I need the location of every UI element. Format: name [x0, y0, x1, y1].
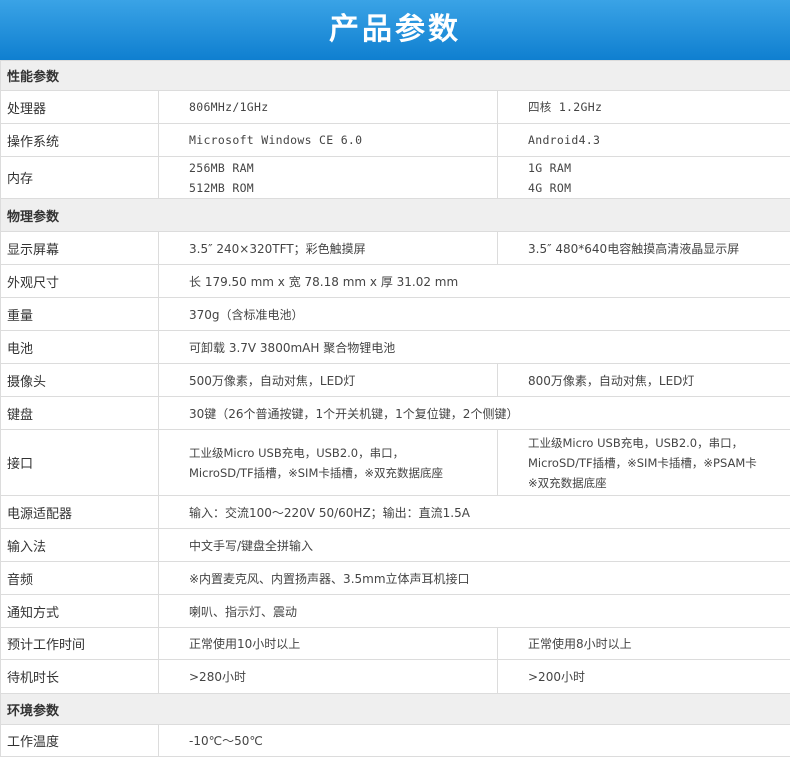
value-os-b: Android4.3	[498, 124, 790, 157]
label-camera: 摄像头	[1, 364, 159, 397]
value-notify: 喇叭、指示灯、震动	[159, 595, 790, 628]
value-interface-b: 工业级Micro USB充电，USB2.0，串口， MicroSD/TF插槽，※…	[498, 430, 790, 496]
interface-b-line1: 工业级Micro USB充电，USB2.0，串口，	[528, 433, 790, 453]
label-memory: 内存	[1, 157, 159, 199]
section-physical: 物理参数	[1, 199, 790, 232]
label-interface: 接口	[1, 430, 159, 496]
label-weight: 重量	[1, 298, 159, 331]
table-row: 输入法 中文手写/键盘全拼输入	[1, 529, 790, 562]
label-standby: 待机时长	[1, 660, 159, 694]
label-size: 外观尺寸	[1, 265, 159, 298]
interface-a-line2: MicroSD/TF插槽，※SIM卡插槽，※双充数据底座	[189, 463, 497, 483]
value-standby-a: >280小时	[159, 660, 498, 694]
value-cpu-b: 四核 1.2GHz	[498, 91, 790, 124]
section-header: 物理参数	[1, 199, 790, 232]
table-row: 工作温度 -10℃～50℃	[1, 725, 790, 757]
value-standby-b: >200小时	[498, 660, 790, 694]
label-audio: 音频	[1, 562, 159, 595]
section-environment: 环境参数	[1, 694, 790, 725]
memory-b-line2: 4G ROM	[528, 178, 790, 198]
value-interface-a: 工业级Micro USB充电，USB2.0，串口， MicroSD/TF插槽，※…	[159, 430, 498, 496]
value-adapter: 输入：交流100～220V 50/60HZ；输出：直流1.5A	[159, 496, 790, 529]
table-row: 音频 ※内置麦克风、内置扬声器、3.5mm立体声耳机接口	[1, 562, 790, 595]
value-worktime-b: 正常使用8小时以上	[498, 628, 790, 660]
table-row: 摄像头 500万像素，自动对焦，LED灯 800万像素，自动对焦，LED灯	[1, 364, 790, 397]
label-display: 显示屏幕	[1, 232, 159, 265]
value-display-a: 3.5″ 240×320TFT；彩色触摸屏	[159, 232, 498, 265]
label-cpu: 处理器	[1, 91, 159, 124]
value-battery: 可卸载 3.7V 3800mAH 聚合物锂电池	[159, 331, 790, 364]
table-row: 接口 工业级Micro USB充电，USB2.0，串口， MicroSD/TF插…	[1, 430, 790, 496]
table-row: 电源适配器 输入：交流100～220V 50/60HZ；输出：直流1.5A	[1, 496, 790, 529]
table-row: 处理器 806MHz/1GHz 四核 1.2GHz	[1, 91, 790, 124]
table-row: 通知方式 喇叭、指示灯、震动	[1, 595, 790, 628]
section-header: 性能参数	[1, 61, 790, 91]
label-adapter: 电源适配器	[1, 496, 159, 529]
label-battery: 电池	[1, 331, 159, 364]
interface-b-line2: MicroSD/TF插槽，※SIM卡插槽，※PSAM卡	[528, 453, 790, 473]
label-input: 输入法	[1, 529, 159, 562]
table-row: 预计工作时间 正常使用10小时以上 正常使用8小时以上	[1, 628, 790, 660]
value-memory-b: 1G RAM 4G ROM	[498, 157, 790, 199]
value-temp: -10℃～50℃	[159, 725, 790, 757]
value-memory-a: 256MB RAM 512MB ROM	[159, 157, 498, 199]
value-audio: ※内置麦克风、内置扬声器、3.5mm立体声耳机接口	[159, 562, 790, 595]
label-os: 操作系统	[1, 124, 159, 157]
section-performance: 性能参数	[1, 61, 790, 91]
table-row: 外观尺寸 长 179.50 mm x 宽 78.18 mm x 厚 31.02 …	[1, 265, 790, 298]
label-worktime: 预计工作时间	[1, 628, 159, 660]
section-header: 环境参数	[1, 694, 790, 725]
page-title: 产品参数	[0, 0, 790, 60]
value-size: 长 179.50 mm x 宽 78.18 mm x 厚 31.02 mm	[159, 265, 790, 298]
memory-a-line1: 256MB RAM	[189, 158, 497, 178]
label-keyboard: 键盘	[1, 397, 159, 430]
interface-b-line3: ※双充数据底座	[528, 473, 790, 493]
value-input: 中文手写/键盘全拼输入	[159, 529, 790, 562]
memory-b-line1: 1G RAM	[528, 158, 790, 178]
interface-a-line1: 工业级Micro USB充电，USB2.0，串口，	[189, 443, 497, 463]
table-row: 重量 370g（含标准电池）	[1, 298, 790, 331]
spec-table: 性能参数 处理器 806MHz/1GHz 四核 1.2GHz 操作系统 Micr…	[0, 60, 790, 757]
table-row: 键盘 30键（26个普通按键，1个开关机键，1个复位键，2个侧键）	[1, 397, 790, 430]
table-row: 电池 可卸载 3.7V 3800mAH 聚合物锂电池	[1, 331, 790, 364]
value-weight: 370g（含标准电池）	[159, 298, 790, 331]
value-display-b: 3.5″ 480*640电容触摸高清液晶显示屏	[498, 232, 790, 265]
memory-a-line2: 512MB ROM	[189, 178, 497, 198]
value-camera-a: 500万像素，自动对焦，LED灯	[159, 364, 498, 397]
value-camera-b: 800万像素，自动对焦，LED灯	[498, 364, 790, 397]
label-temp: 工作温度	[1, 725, 159, 757]
label-notify: 通知方式	[1, 595, 159, 628]
table-row: 显示屏幕 3.5″ 240×320TFT；彩色触摸屏 3.5″ 480*640电…	[1, 232, 790, 265]
table-row: 操作系统 Microsoft Windows CE 6.0 Android4.3	[1, 124, 790, 157]
table-row: 待机时长 >280小时 >200小时	[1, 660, 790, 694]
value-keyboard: 30键（26个普通按键，1个开关机键，1个复位键，2个侧键）	[159, 397, 790, 430]
table-row: 内存 256MB RAM 512MB ROM 1G RAM 4G ROM	[1, 157, 790, 199]
value-os-a: Microsoft Windows CE 6.0	[159, 124, 498, 157]
value-cpu-a: 806MHz/1GHz	[159, 91, 498, 124]
value-worktime-a: 正常使用10小时以上	[159, 628, 498, 660]
